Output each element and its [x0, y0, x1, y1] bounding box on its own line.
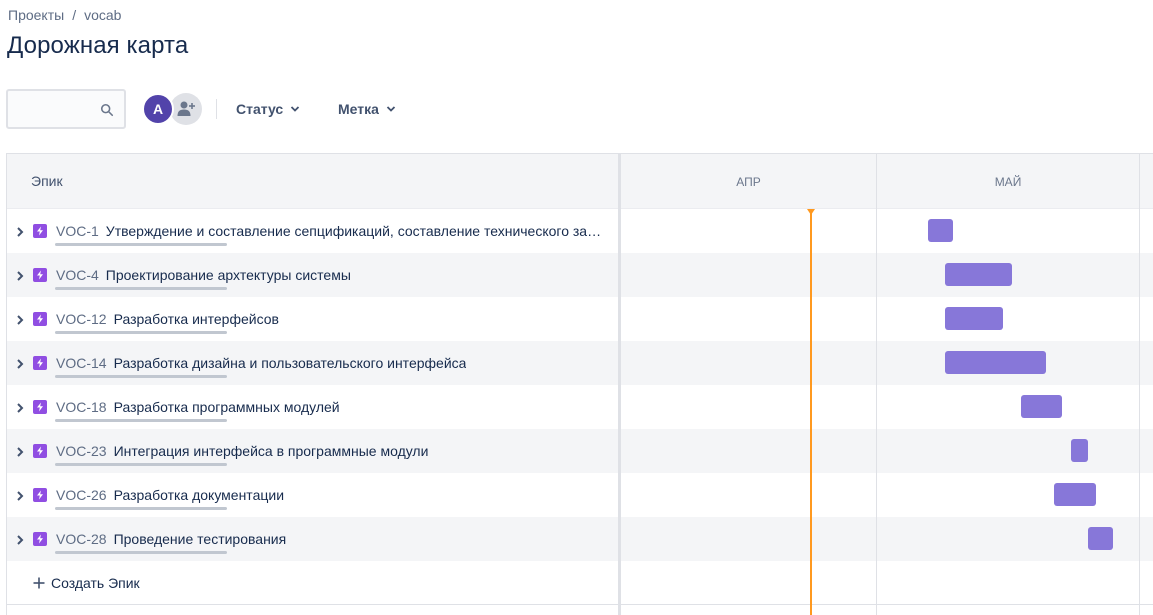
timeline-row — [621, 473, 1153, 517]
chevron-right-icon[interactable] — [15, 446, 25, 458]
chevron-down-icon — [291, 106, 300, 112]
epic-summary[interactable]: Разработка интерфейсов — [114, 311, 279, 327]
search-icon — [100, 103, 114, 117]
epic-key[interactable]: VOC-26 — [56, 487, 107, 503]
epic-icon — [33, 268, 47, 282]
epic-row[interactable]: VOC-4 Проектирование архтектуры системы — [7, 253, 618, 297]
epic-row[interactable]: VOC-23 Интеграция интерфейса в программны… — [7, 429, 618, 473]
chevron-right-icon[interactable] — [15, 402, 25, 414]
epic-row[interactable]: VOC-18 Разработка программных модулей — [7, 385, 618, 429]
chevron-right-icon[interactable] — [15, 358, 25, 370]
chevron-right-icon[interactable] — [15, 270, 25, 282]
epic-row[interactable]: VOC-1 Утверждение и составление сепцифика… — [7, 209, 618, 253]
epic-key[interactable]: VOC-4 — [56, 267, 99, 283]
epic-timeline-bar[interactable] — [1020, 395, 1063, 418]
epic-rows: VOC-1 Утверждение и составление сепцифика… — [7, 209, 618, 561]
timeline-row — [621, 209, 1153, 253]
epic-key[interactable]: VOC-1 — [56, 223, 99, 239]
epic-timeline-bar[interactable] — [1088, 527, 1114, 550]
month-label-may: МАЙ — [994, 174, 1022, 189]
epic-key[interactable]: VOC-12 — [56, 311, 107, 327]
timeline-row — [621, 385, 1153, 429]
epic-icon — [33, 312, 47, 326]
timeline-pane: АПР МАЙ — [621, 154, 1153, 615]
epic-key[interactable]: VOC-14 — [56, 355, 107, 371]
epic-column-header: Эпик — [7, 154, 618, 209]
label-filter-label: Метка — [338, 101, 379, 117]
epic-summary[interactable]: Проведение тестирования — [114, 531, 287, 547]
epic-progress-bar — [55, 419, 227, 422]
epic-summary[interactable]: Разработка программных модулей — [114, 399, 340, 415]
chevron-right-icon[interactable] — [15, 314, 25, 326]
epic-key[interactable]: VOC-23 — [56, 443, 107, 459]
epic-row[interactable]: VOC-12 Разработка интерфейсов — [7, 297, 618, 341]
epic-icon — [33, 224, 47, 238]
month-divider — [1139, 154, 1140, 615]
epic-timeline-bar[interactable] — [927, 219, 953, 242]
epic-progress-bar — [55, 287, 227, 290]
create-epic-button[interactable]: Создать Эпик — [7, 561, 618, 605]
month-divider — [876, 154, 877, 615]
breadcrumb-projects-link[interactable]: Проекты — [8, 7, 64, 23]
label-filter-button[interactable]: Метка — [338, 89, 396, 129]
epic-progress-bar — [55, 331, 227, 334]
epic-icon — [33, 444, 47, 458]
epic-key[interactable]: VOC-18 — [56, 399, 107, 415]
epic-list-pane: Эпик VOC-1 Утверждение и составление сепц… — [7, 154, 618, 615]
today-marker — [807, 209, 815, 215]
epic-summary[interactable]: Утверждение и составление сепцификаций, … — [106, 223, 606, 239]
epic-icon — [33, 532, 47, 546]
epic-row[interactable]: VOC-14 Разработка дизайна и пользовательс… — [7, 341, 618, 385]
epic-summary[interactable]: Интеграция интерфейса в программные моду… — [114, 443, 429, 459]
breadcrumb-vocab-link[interactable]: vocab — [84, 7, 121, 23]
chevron-right-icon[interactable] — [15, 490, 25, 502]
epic-summary[interactable]: Разработка дизайна и пользовательского и… — [114, 355, 467, 371]
epic-summary[interactable]: Разработка документации — [114, 487, 284, 503]
search-input[interactable] — [6, 89, 126, 129]
timeline-row — [621, 561, 1153, 605]
epic-timeline-bar[interactable] — [1071, 439, 1088, 462]
toolbar-divider — [216, 99, 217, 119]
status-filter-label: Статус — [236, 101, 284, 117]
timeline-header: АПР МАЙ — [621, 154, 1153, 209]
chevron-down-icon — [386, 106, 396, 112]
epic-row[interactable]: VOC-26 Разработка документации — [7, 473, 618, 517]
breadcrumb-separator: / — [72, 7, 77, 23]
status-filter-button[interactable]: Статус — [236, 89, 300, 129]
epic-progress-bar — [55, 507, 227, 510]
epic-summary[interactable]: Проектирование архтектуры системы — [106, 267, 351, 283]
timeline-row — [621, 341, 1153, 385]
epic-timeline-bar[interactable] — [944, 307, 1004, 330]
epic-progress-bar — [55, 243, 227, 246]
timeline-row — [621, 297, 1153, 341]
epic-timeline-bar[interactable] — [1054, 483, 1097, 506]
epic-row[interactable]: VOC-28 Проведение тестирования — [7, 517, 618, 561]
roadmap: Эпик VOC-1 Утверждение и составление сепц… — [6, 153, 1153, 615]
create-epic-label: Создать Эпик — [51, 574, 140, 591]
epic-progress-bar — [55, 375, 227, 378]
timeline-rows — [621, 209, 1153, 605]
month-label-apr: АПР — [736, 174, 761, 189]
toolbar: A Статус Метка — [6, 89, 606, 129]
epic-icon — [33, 356, 47, 370]
epic-timeline-bar[interactable] — [944, 351, 1046, 374]
breadcrumb: Проекты / vocab — [8, 7, 121, 23]
avatar[interactable]: A — [142, 93, 174, 125]
epic-progress-bar — [55, 463, 227, 466]
add-people-button[interactable] — [170, 93, 202, 125]
epic-icon — [33, 400, 47, 414]
timeline-row — [621, 429, 1153, 473]
chevron-right-icon[interactable] — [15, 534, 25, 546]
chevron-right-icon[interactable] — [15, 226, 25, 238]
epic-timeline-bar[interactable] — [944, 263, 1012, 286]
add-person-icon — [177, 101, 195, 116]
epic-key[interactable]: VOC-28 — [56, 531, 107, 547]
page-title: Дорожная карта — [7, 32, 189, 59]
today-line — [810, 209, 812, 615]
plus-icon — [33, 577, 45, 588]
epic-icon — [33, 488, 47, 502]
timeline-row — [621, 517, 1153, 561]
epic-progress-bar — [55, 551, 227, 554]
timeline-row — [621, 253, 1153, 297]
